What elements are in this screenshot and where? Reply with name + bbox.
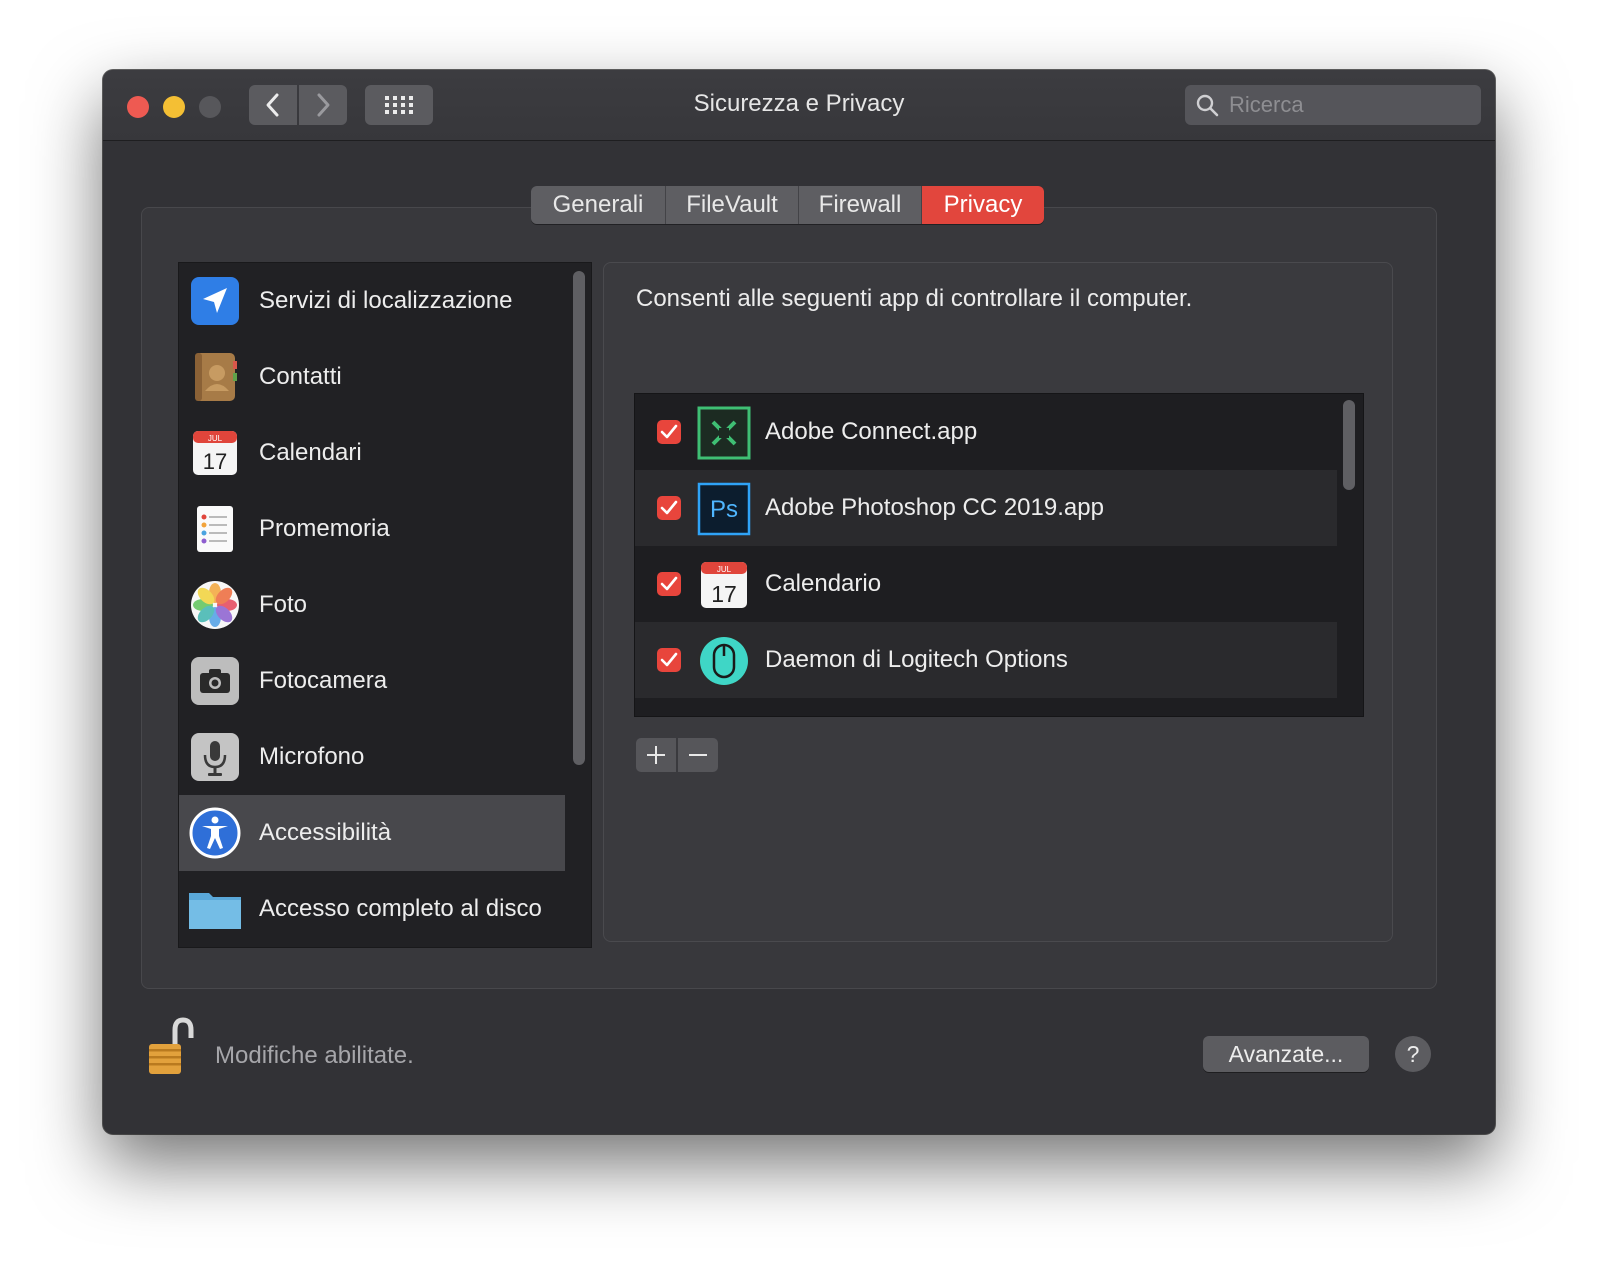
privacy-category-list[interactable]: Servizi di localizzazione Contatti JUL 1… — [178, 262, 592, 948]
sidebar-item-label: Foto — [259, 591, 308, 618]
app-checkbox[interactable] — [657, 572, 681, 596]
tab-filevault[interactable]: FileVault — [666, 186, 799, 224]
sidebar-item-label: Accesso completo al disco — [259, 895, 542, 922]
sidebar-item-label: Servizi di localizzazione — [259, 287, 513, 314]
allowed-apps-list[interactable]: Adobe Connect.app Ps Adobe Photoshop CC … — [634, 393, 1364, 717]
system-preferences-window: Sicurezza e Privacy Generali FileVault F… — [103, 70, 1495, 1134]
help-button[interactable]: ? — [1395, 1036, 1431, 1072]
app-name: Adobe Photoshop CC 2019.app — [765, 494, 1104, 521]
app-name: Calendario — [765, 570, 882, 597]
photoshop-icon: Ps — [697, 482, 751, 536]
calendar-icon: JUL 17 — [193, 431, 237, 475]
sidebar-item-microphone[interactable]: Microfono — [179, 719, 565, 795]
contacts-book-icon — [195, 353, 237, 401]
minus-icon — [689, 754, 707, 756]
accessibility-icon — [189, 807, 241, 859]
camera-icon — [191, 657, 239, 705]
sidebar-item-full-disk-access[interactable]: Accesso completo al disco — [179, 871, 565, 947]
sidebar-item-label: Promemoria — [259, 515, 390, 542]
sidebar-item-label: Calendari — [259, 439, 362, 466]
sidebar-item-camera[interactable]: Fotocamera — [179, 643, 565, 719]
svg-text:JUL: JUL — [717, 565, 732, 574]
adobe-connect-icon — [697, 406, 751, 460]
app-name: Daemon di Logitech Options — [765, 646, 1068, 673]
app-checkbox[interactable] — [657, 496, 681, 520]
sidebar-item-calendars[interactable]: JUL 17 Calendari — [179, 415, 565, 491]
checkmark-icon — [660, 576, 678, 591]
sidebar-item-location-services[interactable]: Servizi di localizzazione — [179, 263, 565, 339]
tab-bar: Generali FileVault Firewall Privacy — [531, 186, 1044, 224]
tab-privacy[interactable]: Privacy — [922, 186, 1044, 224]
search-input[interactable] — [1227, 91, 1471, 119]
app-checkbox[interactable] — [657, 648, 681, 672]
instruction-text: Consenti alle seguenti app di controllar… — [636, 285, 1193, 312]
search-field[interactable] — [1185, 85, 1481, 125]
app-row-calendario[interactable]: JUL 17 Calendario — [635, 546, 1337, 622]
sidebar-item-contacts[interactable]: Contatti — [179, 339, 565, 415]
checkmark-icon — [660, 500, 678, 515]
sidebar-scrollbar[interactable] — [573, 271, 585, 765]
sidebar-item-photos[interactable]: Foto — [179, 567, 565, 643]
sidebar-item-label: Microfono — [259, 743, 365, 770]
svg-text:JUL: JUL — [208, 434, 223, 443]
svg-text:17: 17 — [711, 581, 737, 607]
plus-icon — [647, 746, 665, 764]
checkmark-icon — [660, 652, 678, 667]
search-icon — [1195, 93, 1219, 117]
tab-firewall[interactable]: Firewall — [799, 186, 922, 224]
add-app-button[interactable] — [636, 738, 676, 772]
accessibility-content-panel: Consenti alle seguenti app di controllar… — [603, 262, 1393, 942]
microphone-icon — [191, 733, 239, 781]
advanced-button[interactable]: Avanzate... — [1203, 1036, 1369, 1072]
svg-text:17: 17 — [203, 449, 227, 474]
app-name: Adobe Connect.app — [765, 418, 978, 445]
location-arrow-icon — [191, 277, 239, 325]
remove-app-button[interactable] — [678, 738, 718, 772]
sidebar-item-reminders[interactable]: Promemoria — [179, 491, 565, 567]
app-row-photoshop[interactable]: Ps Adobe Photoshop CC 2019.app — [635, 470, 1337, 546]
tab-generali[interactable]: Generali — [531, 186, 666, 224]
sidebar-item-label: Accessibilità — [259, 819, 392, 846]
checkmark-icon — [660, 424, 678, 439]
calendar-icon: JUL 17 — [701, 562, 747, 608]
app-row-logitech-options[interactable]: Daemon di Logitech Options — [635, 622, 1337, 698]
app-row-adobe-connect[interactable]: Adobe Connect.app — [635, 394, 1337, 470]
photos-flower-icon — [191, 581, 239, 629]
unlocked-padlock-icon[interactable] — [139, 1016, 199, 1080]
svg-text:Ps: Ps — [710, 496, 738, 523]
sidebar-item-accessibility[interactable]: Accessibilità — [179, 795, 565, 871]
app-list-scrollbar[interactable] — [1343, 400, 1355, 490]
logitech-mouse-icon — [698, 635, 750, 687]
sidebar-item-label: Fotocamera — [259, 667, 388, 694]
title-bar: Sicurezza e Privacy — [103, 70, 1495, 141]
lock-status-text: Modifiche abilitate. — [215, 1042, 414, 1069]
reminders-icon — [197, 506, 233, 552]
folder-icon — [189, 893, 241, 929]
sidebar-item-label: Contatti — [259, 363, 342, 390]
app-checkbox[interactable] — [657, 420, 681, 444]
